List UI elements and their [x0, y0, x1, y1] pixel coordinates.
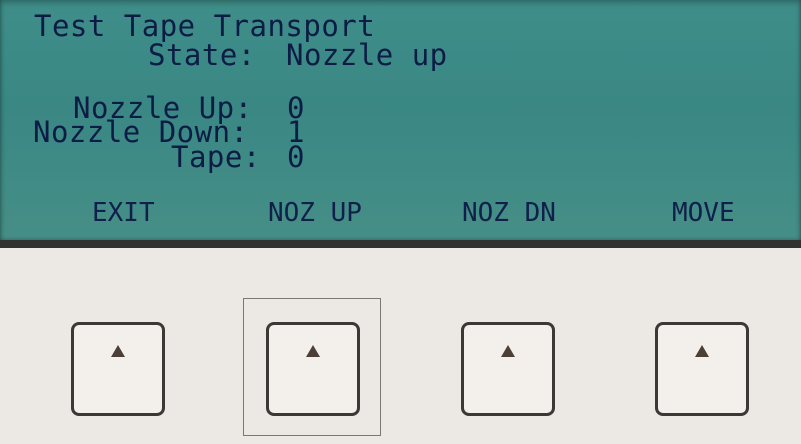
- tape-value: 0: [287, 140, 305, 174]
- up-triangle-icon: [501, 345, 515, 357]
- up-triangle-icon: [306, 345, 320, 357]
- softkey-label-exit: EXIT: [92, 198, 155, 228]
- up-triangle-icon: [695, 345, 709, 357]
- tape-label: Tape:: [171, 140, 261, 174]
- softkey-label-noz-up: NOZ UP: [268, 198, 362, 228]
- state-value: Nozzle up: [286, 38, 448, 72]
- device-panel: Test Tape Transport State: Nozzle up Noz…: [0, 0, 801, 444]
- softkey-label-move: MOVE: [672, 198, 735, 228]
- softkey-exit-button[interactable]: [71, 322, 165, 416]
- softkey-label-noz-dn: NOZ DN: [462, 198, 556, 228]
- softkey-move-button[interactable]: [655, 322, 749, 416]
- softkey-panel: [0, 248, 801, 444]
- softkey-noz-up-button[interactable]: [266, 322, 360, 416]
- up-triangle-icon: [111, 345, 125, 357]
- screen-title: Test Tape Transport: [34, 9, 376, 43]
- lcd-bezel: [0, 240, 801, 248]
- softkey-noz-dn-button[interactable]: [461, 322, 555, 416]
- state-label: State:: [148, 38, 256, 72]
- lcd-screen: Test Tape Transport State: Nozzle up Noz…: [0, 0, 801, 243]
